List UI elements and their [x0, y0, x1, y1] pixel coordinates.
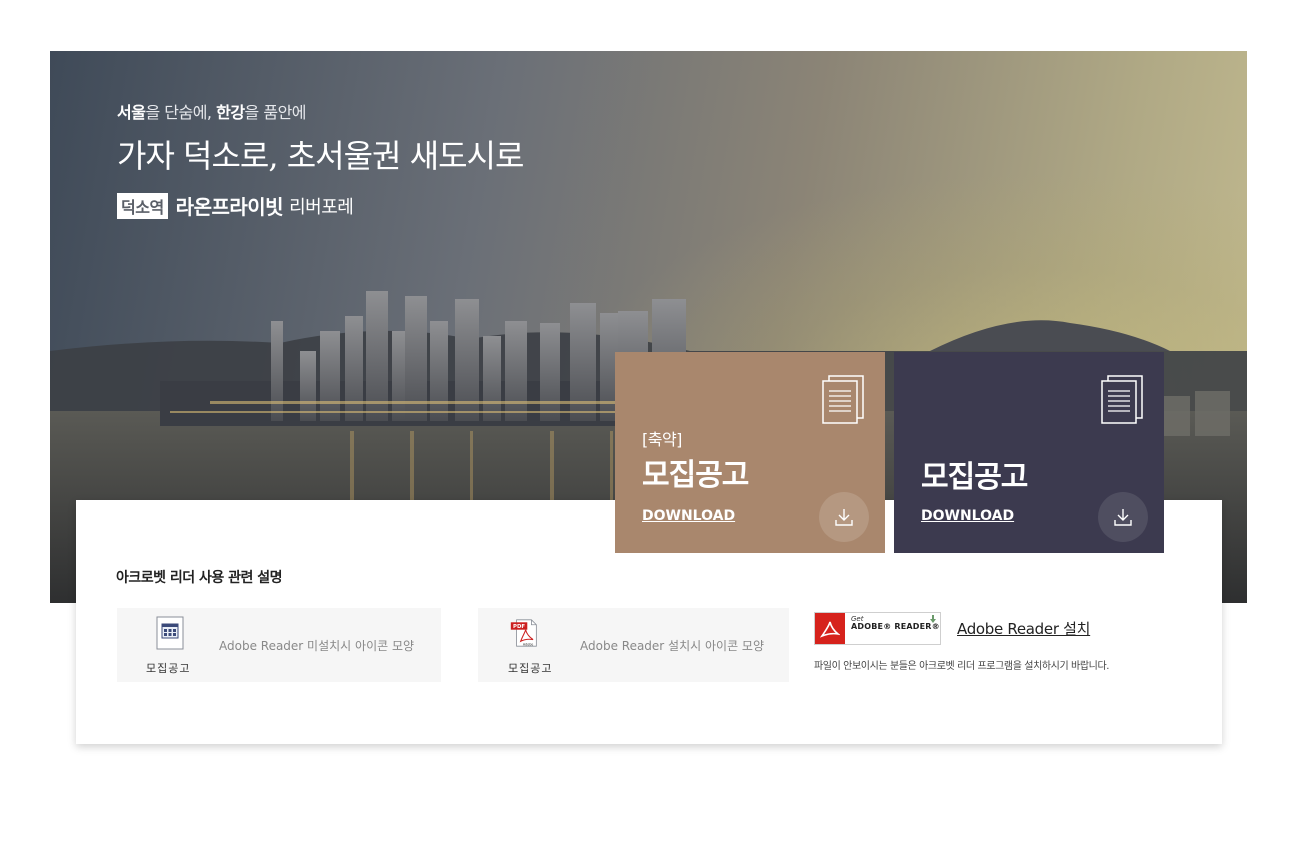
svg-text:PDF: PDF: [513, 624, 525, 630]
tagline-text-2: 을 품안에: [244, 103, 307, 122]
download-link[interactable]: DOWNLOAD: [642, 508, 735, 524]
download-button[interactable]: [819, 492, 869, 542]
hero-tagline: 서울을 단숨에, 한강을 품안에: [117, 99, 523, 123]
recruitment-notice-summary-card[interactable]: [축약] 모집공고 DOWNLOAD: [615, 352, 885, 553]
adobe-reader-install-link[interactable]: Adobe Reader 설치: [957, 618, 1090, 639]
pdf-file-icon: PDF Adobe: [510, 619, 537, 647]
download-icon: [835, 509, 853, 526]
adobe-badge-reader: ADOBE® READER®: [851, 622, 940, 632]
download-icon: [1114, 509, 1132, 526]
brand-line: 덕소역 라온프라이빗 리버포레: [117, 191, 523, 220]
download-arrow-icon: [930, 615, 936, 623]
help-title: 아크로벳 리더 사용 관련 설명: [116, 570, 283, 586]
hero-headline: 가자 덕소로, 초서울권 새도시로: [117, 137, 524, 175]
help-box-with-reader: PDF Adobe 모집공고 Adobe Reader 설치시 아이콘 모양: [478, 608, 789, 682]
card-title: 모집공고: [921, 460, 1028, 495]
card-prefix: [축약]: [642, 430, 682, 449]
help-description: Adobe Reader 미설치시 아이콘 모양: [219, 639, 415, 653]
station-badge: 덕소역: [117, 192, 168, 219]
help-box-no-reader: 모집공고 Adobe Reader 미설치시 아이콘 모양: [117, 608, 441, 682]
tagline-hangang: 한강: [216, 103, 245, 122]
adobe-logo-icon: [815, 613, 845, 644]
download-button[interactable]: [1098, 492, 1148, 542]
document-icon: [822, 375, 864, 424]
help-icon-label: 모집공고: [146, 662, 191, 675]
help-description: Adobe Reader 설치시 아이콘 모양: [580, 639, 765, 653]
recruitment-notice-card[interactable]: 모집공고 DOWNLOAD: [894, 352, 1164, 553]
brand-sub: 리버포레: [289, 196, 354, 218]
tagline-text-1: 을 단숨에,: [145, 103, 217, 122]
help-icon-label: 모집공고: [508, 662, 553, 675]
document-icon: [1101, 375, 1143, 424]
download-link[interactable]: DOWNLOAD: [921, 508, 1014, 524]
tagline-seoul: 서울: [117, 103, 146, 122]
hero-text: 서울을 단숨에, 한강을 품안에 가자 덕소로, 초서울권 새도시로 덕소역 라…: [117, 99, 524, 220]
card-title: 모집공고: [642, 458, 749, 493]
svg-text:Adobe: Adobe: [523, 642, 533, 646]
adobe-install-note: 파일이 안보이시는 분들은 아크로벳 리더 프로그램을 설치하시기 바랍니다.: [814, 661, 1110, 672]
brand-name: 라온프라이빗: [175, 195, 284, 219]
get-adobe-reader-badge[interactable]: Get ADOBE® READER®: [814, 612, 941, 645]
generic-file-icon: [156, 616, 184, 650]
adobe-badge-text: Get ADOBE® READER®: [845, 613, 940, 644]
